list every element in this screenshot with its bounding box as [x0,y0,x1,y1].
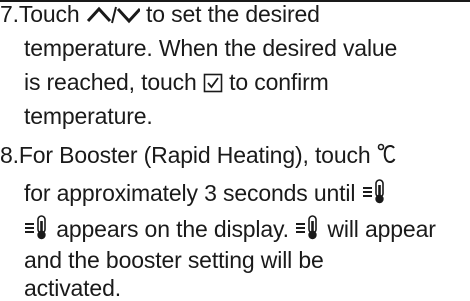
step8-line3: appears on the display. will appear [24,214,436,241]
booster-thermometer-icon [295,214,321,240]
booster-thermometer-icon [24,214,50,240]
step8-text-c: appears on the display. [56,216,289,242]
step8-line5: activated. [24,275,121,301]
step8-line4: and the booster setting will be [24,247,324,273]
booster-thermometer-icon [362,178,388,204]
up-down-arrows-icon [86,5,140,25]
step8-text-b: for approximately 3 seconds until [24,180,356,206]
step7-text-b: to set the desired [146,1,320,27]
step7-text-c: is reached, touch [24,69,197,95]
step7-line3: is reached, touch to confirm [24,71,329,94]
checkbox-confirm-icon [203,73,223,93]
step8-text-a: For Booster (Rapid Heating), touch [18,142,371,168]
step7-text-a: Touch [18,1,80,27]
step8-line2: for approximately 3 seconds until [24,178,388,205]
step8-number: 8. [0,142,19,168]
step7-line2: temperature. When the desired value [24,35,398,61]
step7-text-d: to confirm [229,69,329,95]
step7-line4: temperature. [24,103,153,129]
step7-line1: 7.Touch to set the desired [0,3,320,26]
celsius-icon [377,142,397,166]
step8-line1: 8.For Booster (Rapid Heating), touch [0,142,397,167]
step7-number: 7. [0,1,19,27]
step8-text-d: will appear [327,216,436,242]
